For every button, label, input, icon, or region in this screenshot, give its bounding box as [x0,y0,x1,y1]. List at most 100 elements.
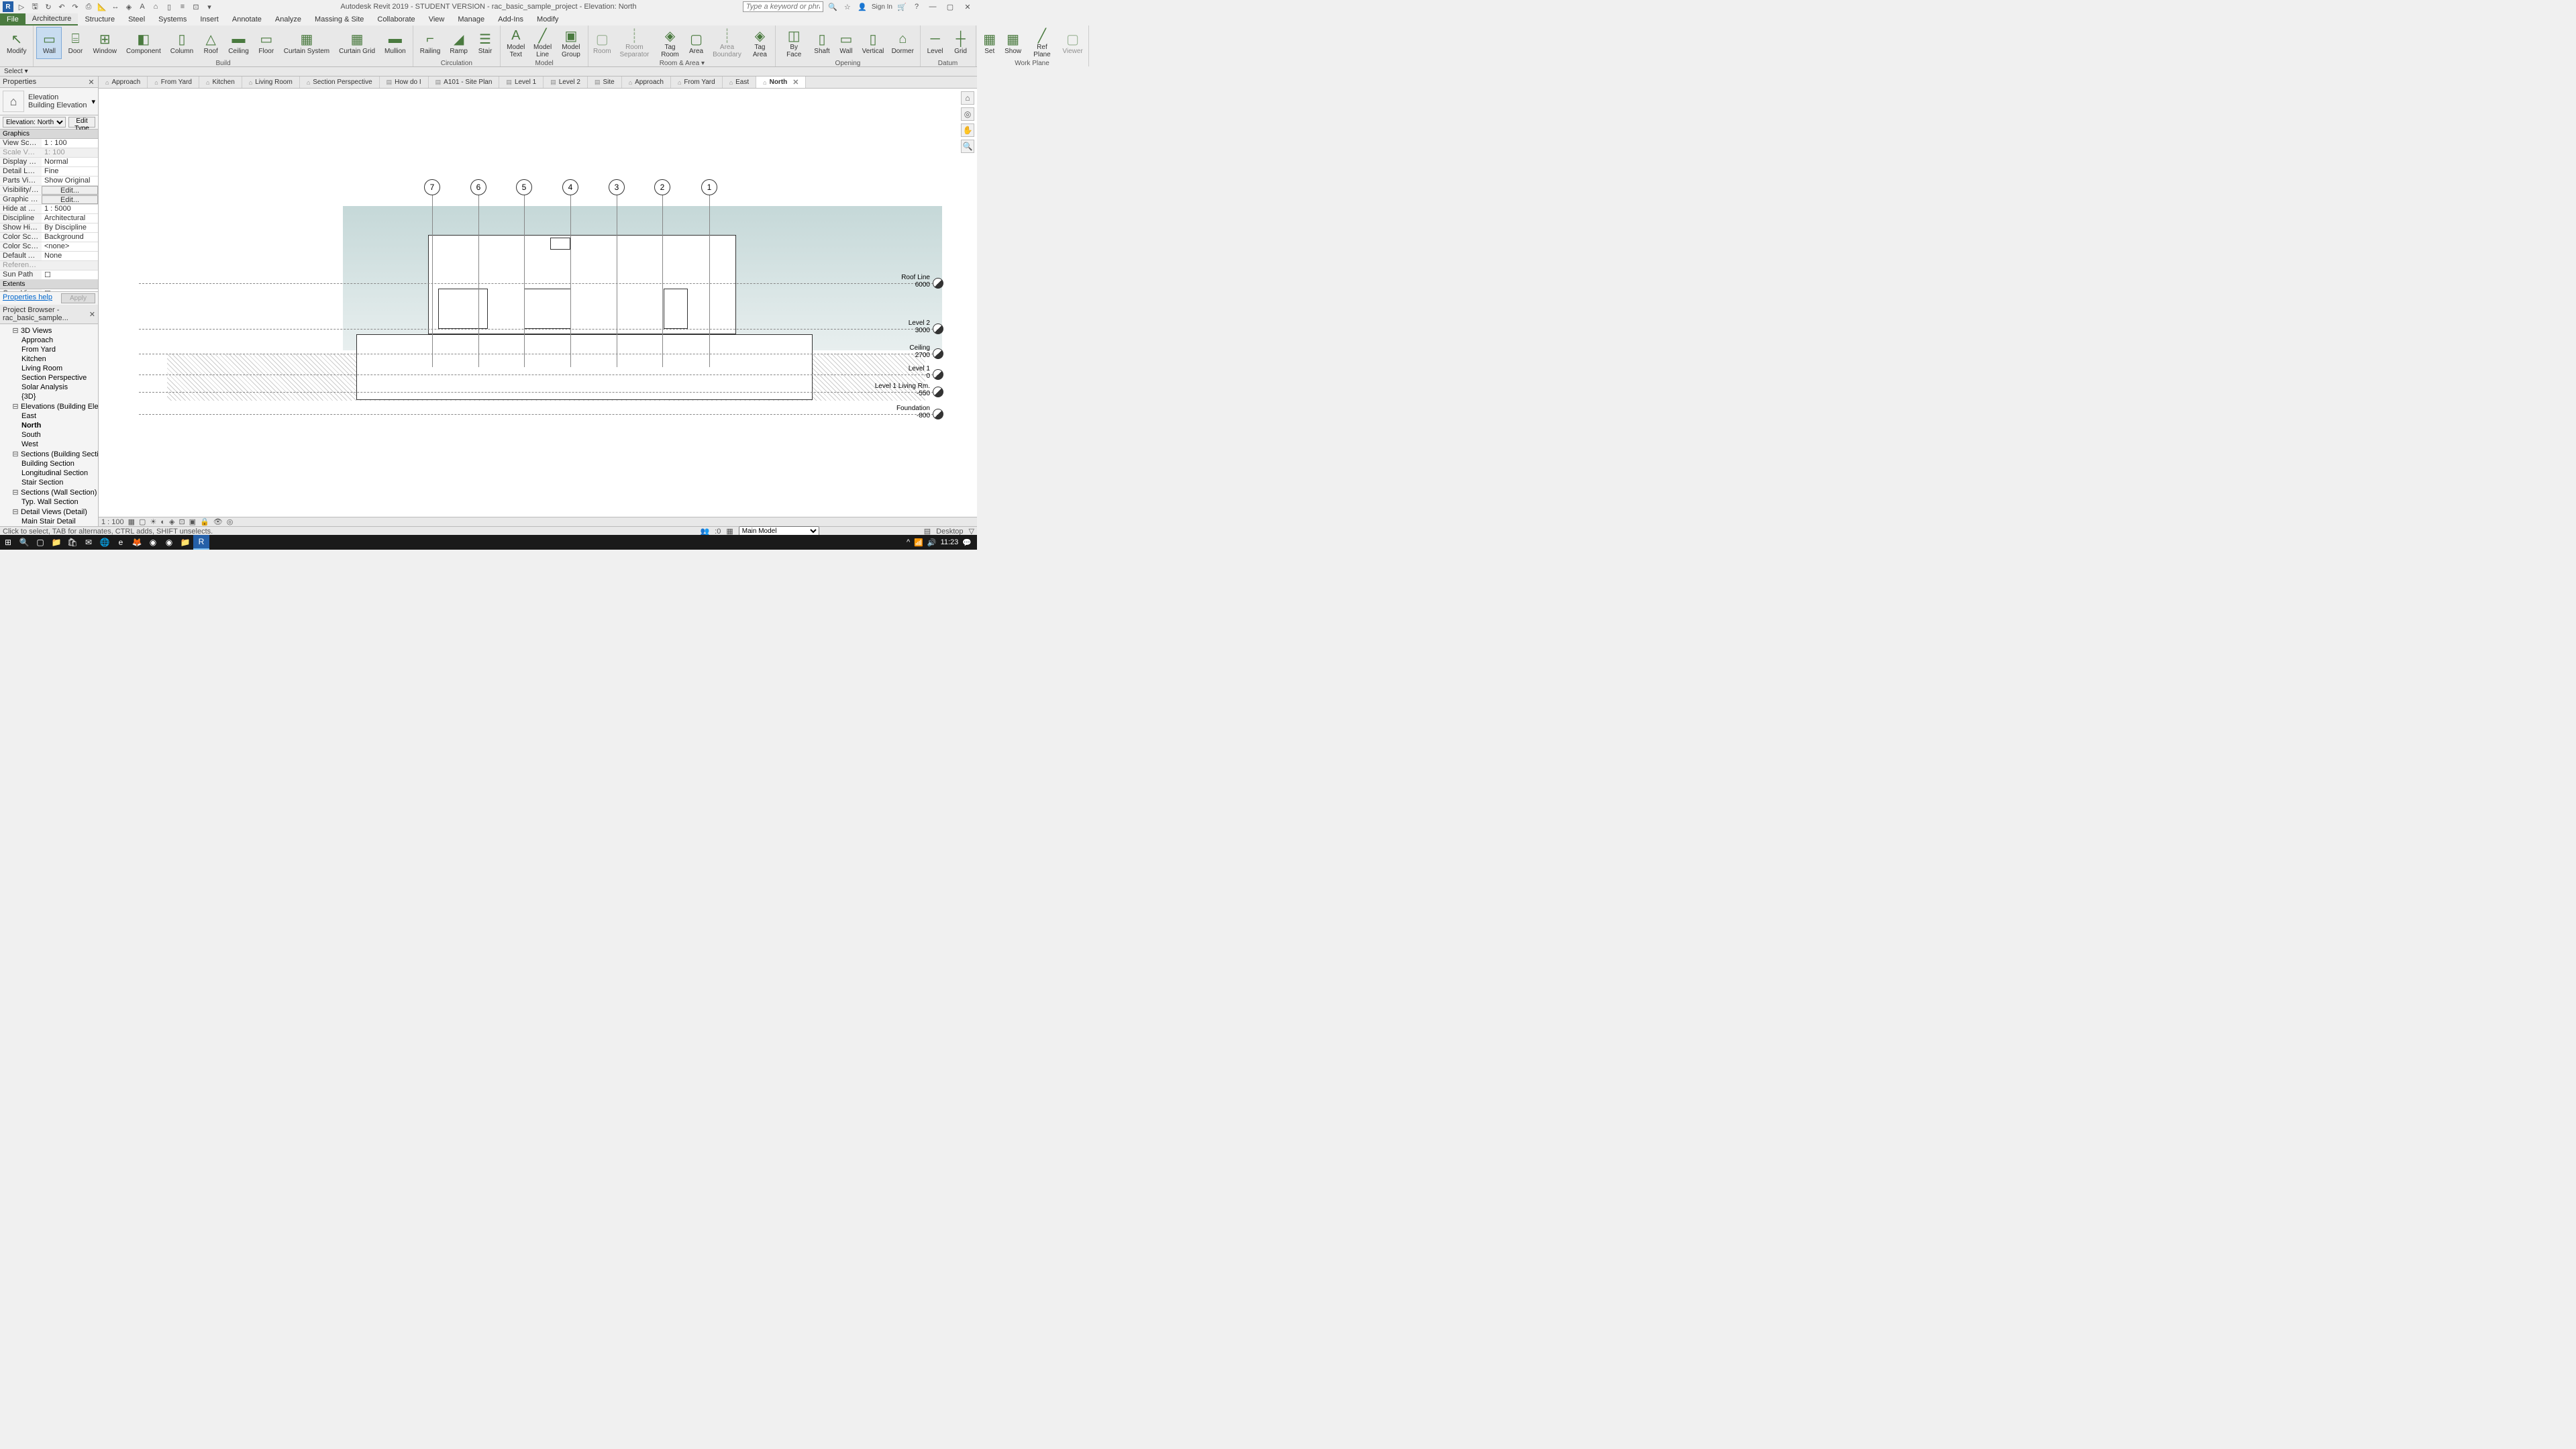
grid-button[interactable]: ┼Grid [949,27,973,59]
cart-icon[interactable]: 🛒 [896,1,907,12]
file-tab[interactable]: File [0,13,25,26]
tree-item[interactable]: Living Room [1,364,97,373]
view-tab-approach[interactable]: ⌂Approach [99,77,148,88]
close-button[interactable]: ✕ [961,1,974,12]
tree-item[interactable]: Stair Section [1,478,97,487]
tree-item[interactable]: ⊟ Sections (Building Section) [1,449,97,459]
tree-item[interactable]: Typ. Wall Section [1,497,97,507]
store-button[interactable]: 🛍 [64,535,81,550]
level-line[interactable] [139,329,937,330]
modify-button[interactable]: ↖ Modify [3,27,30,59]
roof-button[interactable]: △Roof [199,27,223,59]
property-value[interactable]: By Discipline [42,223,98,232]
curtain-system-button[interactable]: ▦Curtain System [280,27,333,59]
scale-control[interactable]: 1 : 100 [101,518,124,526]
tree-item[interactable]: ⊟ 3D Views [1,326,97,336]
grid-line[interactable] [662,179,663,367]
curtain-grid-button[interactable]: ▦Curtain Grid [335,27,379,59]
level-line[interactable] [139,392,937,393]
firefox-button[interactable]: 🦊 [129,535,145,550]
close-icon[interactable]: ✕ [89,310,95,318]
ramp-button[interactable]: ◢Ramp [446,27,472,59]
wheel-icon[interactable]: ◎ [961,107,974,121]
property-value[interactable]: None [42,252,98,260]
tag-area-button[interactable]: ◈Tag Area [747,27,772,59]
window-button[interactable]: ⊞Window [89,27,121,59]
stair-button[interactable]: ☰Stair [473,27,497,59]
close-hidden-icon[interactable]: ⊡ [191,1,201,12]
ribbon-tab-modify[interactable]: Modify [530,13,565,26]
view-tab-approach[interactable]: ⌂Approach [622,77,671,88]
ribbon-tab-annotate[interactable]: Annotate [225,13,268,26]
open-icon[interactable]: ▷ [16,1,27,12]
ribbon-tab-steel[interactable]: Steel [121,13,152,26]
view-tab-level1[interactable]: ▤Level 1 [499,77,544,88]
model-group-button[interactable]: ▣Model Group [557,27,586,59]
level-marker-icon[interactable] [933,323,943,334]
search-button[interactable]: 🔍 [16,535,32,550]
mail-button[interactable]: ✉ [81,535,97,550]
network-icon[interactable]: 📶 [914,538,923,547]
show-crop-icon[interactable]: ▣ [189,517,196,526]
dimension-icon[interactable]: ↔ [110,1,121,12]
door-button[interactable]: ⌸Door [63,27,87,59]
tree-item[interactable]: West [1,440,97,449]
level-marker-icon[interactable] [933,387,943,397]
chrome2-button[interactable]: ◉ [161,535,177,550]
text-icon[interactable]: A [137,1,148,12]
property-value[interactable]: Normal [42,158,98,166]
component-button[interactable]: ◧Component [122,27,165,59]
dormer-button[interactable]: ⌂Dormer [888,27,917,59]
property-value[interactable]: Background [42,233,98,242]
property-value[interactable]: <none> [42,242,98,251]
thin-lines-icon[interactable]: ≡ [177,1,188,12]
tray-up-icon[interactable]: ^ [907,538,910,546]
expand-icon[interactable]: ⊟ [12,507,19,516]
grid-bubble[interactable]: 4 [562,179,578,195]
explorer-button[interactable]: 📁 [48,535,64,550]
tree-item[interactable]: Section Perspective [1,373,97,383]
expand-icon[interactable]: ⊟ [12,488,19,497]
ribbon-tab-manage[interactable]: Manage [451,13,491,26]
property-group-header[interactable]: Extents [0,280,98,289]
ribbon-tab-view[interactable]: View [422,13,452,26]
ribbon-tab-insert[interactable]: Insert [193,13,225,26]
level-marker-icon[interactable] [933,369,943,380]
measure-icon[interactable]: 📐 [97,1,107,12]
tree-item[interactable]: Approach [1,336,97,345]
tree-item[interactable]: Longitudinal Section [1,468,97,478]
wall-button[interactable]: ▭Wall [36,27,62,59]
level-line[interactable] [139,283,937,284]
sun-path-icon[interactable]: ☀ [150,517,156,526]
show-button[interactable]: ▦Show [1002,27,1024,59]
level-line[interactable] [139,374,937,375]
close-icon[interactable]: ✕ [792,78,798,87]
revit-taskbar-button[interactable]: R [193,535,209,550]
ribbon-tab-systems[interactable]: Systems [152,13,193,26]
start-button[interactable]: ⊞ [0,535,16,550]
folder-button[interactable]: 📁 [177,535,193,550]
view-tab-kitchen[interactable]: ⌂Kitchen [199,77,242,88]
grid-line[interactable] [524,179,525,367]
edge-button[interactable]: e [113,535,129,550]
by-face-button[interactable]: ◫By Face [778,27,809,59]
lock-icon[interactable]: 🔒 [200,517,209,526]
tree-item[interactable]: ⊟ Elevations (Building Elevation) [1,401,97,411]
reveal-icon[interactable]: ◎ [227,517,234,526]
visual-style-icon[interactable]: ▢ [139,517,146,526]
undo-icon[interactable]: ↶ [56,1,67,12]
zoom-icon[interactable]: 🔍 [961,140,974,153]
tree-item[interactable]: {3D} [1,392,97,401]
property-value[interactable]: ☐ [42,270,98,279]
chrome-button[interactable]: ◉ [145,535,161,550]
tree-item[interactable]: ⊟ Detail Views (Detail) [1,507,97,517]
shadows-icon[interactable]: ◐ [160,518,165,526]
view-tab-east[interactable]: ⌂East [723,77,756,88]
level-line[interactable] [139,414,937,415]
rendering-icon[interactable]: ◈ [169,517,174,526]
grid-bubble[interactable]: 1 [701,179,717,195]
switch-windows-icon[interactable]: ▾ [204,1,215,12]
project-tree[interactable]: ⊟ 3D ViewsApproachFrom YardKitchenLiving… [0,324,98,526]
section-icon[interactable]: ▯ [164,1,174,12]
tree-item[interactable]: Building Section [1,459,97,468]
